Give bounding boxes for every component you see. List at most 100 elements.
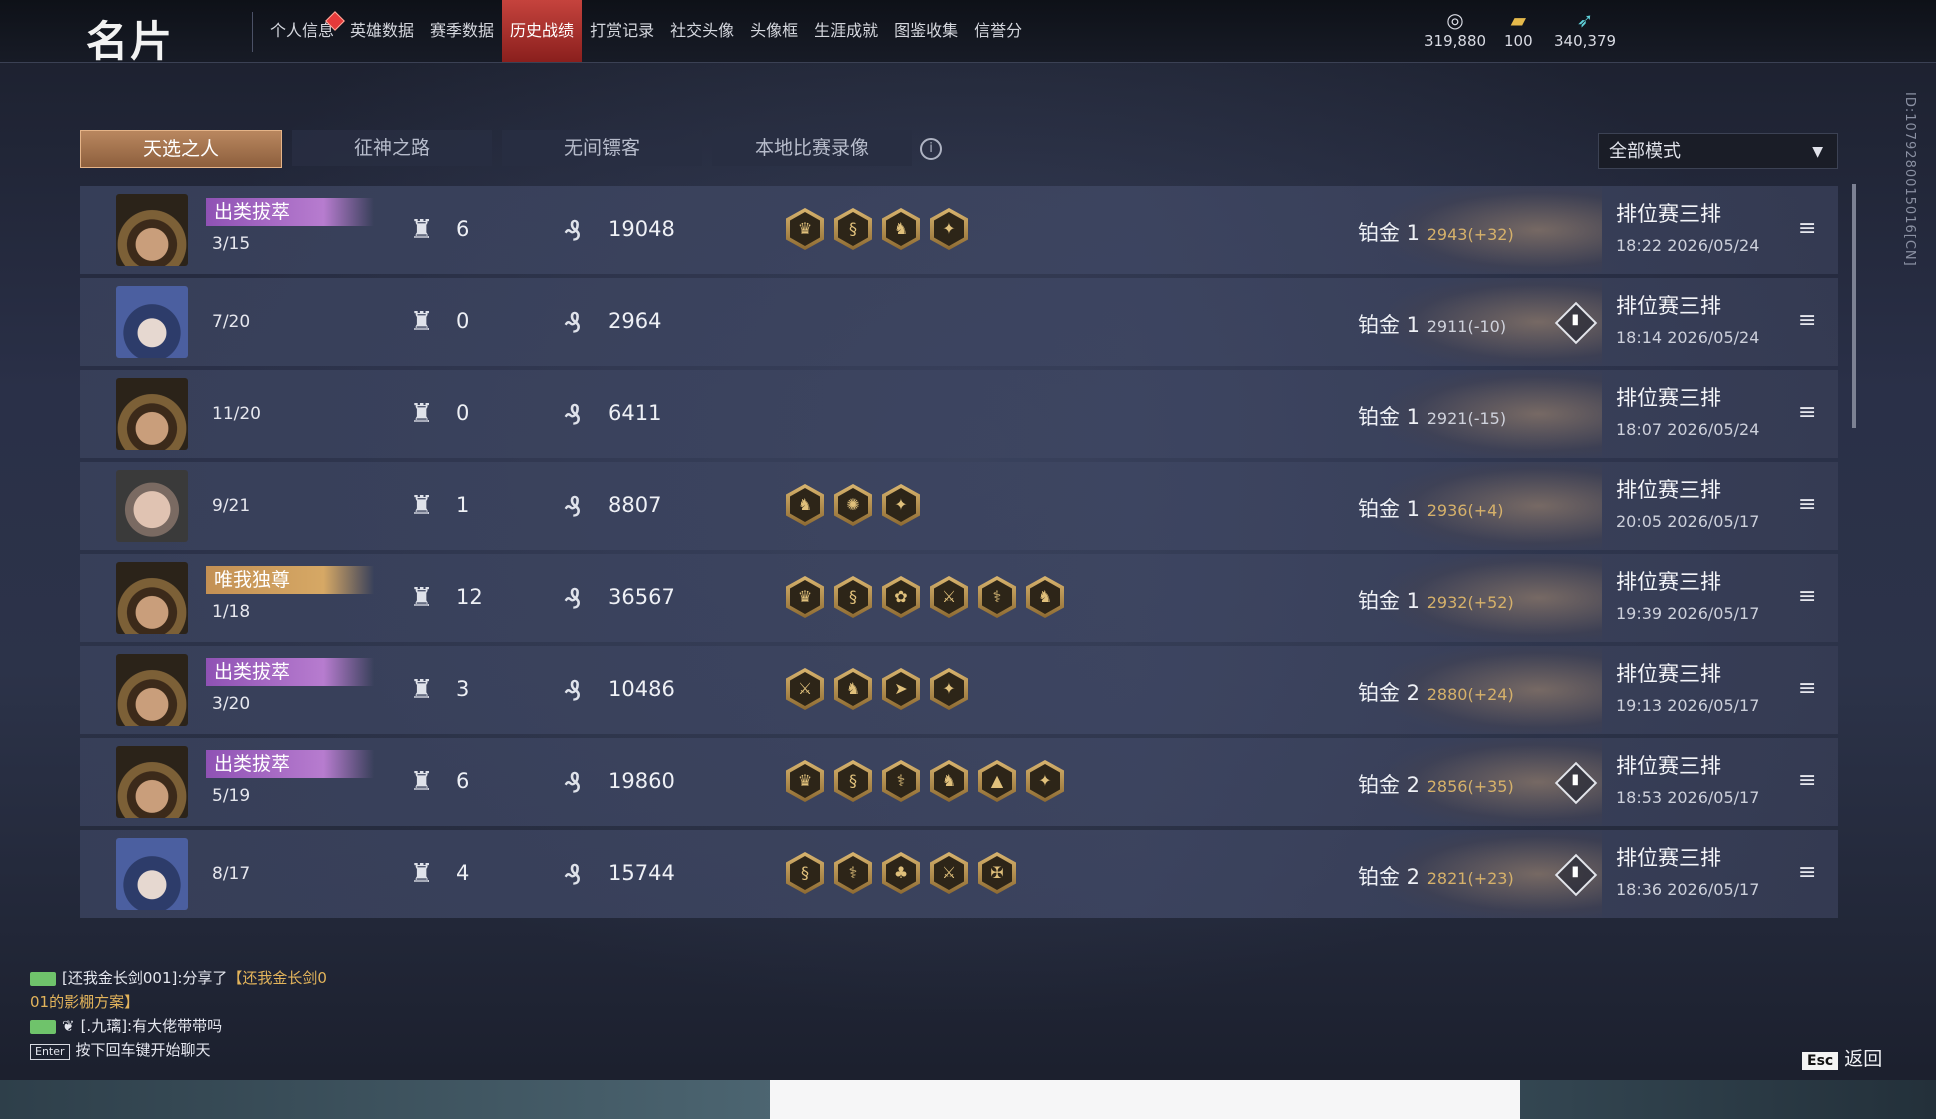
medal-icon[interactable]: ⚔ [930, 852, 968, 894]
medal-icon[interactable]: ♞ [1026, 576, 1064, 618]
kills-value: 4 [456, 861, 470, 885]
medal-glyph: ♞ [1030, 580, 1060, 614]
scrollbar[interactable] [1852, 184, 1856, 428]
match-time: 18:14 2026/05/24 [1616, 328, 1760, 347]
medal-glyph: ♣ [886, 856, 916, 890]
currency-feathers-value: 340,379 [1554, 32, 1617, 50]
medal-icon[interactable]: § [786, 852, 824, 894]
details-menu-icon[interactable]: ≡ [1798, 860, 1816, 885]
nav-tab[interactable]: 图鉴收集 [886, 0, 966, 62]
overlay-panel [770, 1080, 1520, 1119]
mode-filter-select[interactable]: 全部模式 ▼ [1598, 133, 1838, 169]
medal-glyph: ✠ [982, 856, 1012, 890]
medal-icon[interactable]: ⚔ [786, 668, 824, 710]
medal-icon[interactable]: ⚕ [978, 576, 1016, 618]
rank-tier: 铂金 2 [1358, 773, 1421, 797]
honor-badge: 出类拔萃 [206, 198, 374, 226]
details-menu-icon[interactable]: ≡ [1798, 768, 1816, 793]
medal-glyph: ⚔ [934, 856, 964, 890]
nav-tab[interactable]: 历史战绩 [502, 0, 583, 62]
medal-icon[interactable]: ✠ [978, 852, 1016, 894]
medal-icon[interactable]: ⚔ [930, 576, 968, 618]
medal-glyph: ✦ [934, 212, 964, 246]
medal-icon[interactable]: ♛ [786, 576, 824, 618]
medal-icon[interactable]: ✿ [882, 576, 920, 618]
nav-tab[interactable]: 信誉分 [966, 0, 1030, 62]
rank-info: 铂金 1 2932(+52) [1358, 585, 1514, 615]
hero-avatar [116, 562, 188, 634]
honor-badge: 唯我独尊 [206, 566, 374, 594]
match-row[interactable]: 11/20 ♜ 0 ₰ 6411 铂金 1 2921(-15) 排位赛三排 18:07 202… [80, 370, 1838, 458]
hero-avatar [116, 654, 188, 726]
medal-icon[interactable]: ✦ [930, 668, 968, 710]
rank-tier: 铂金 2 [1358, 865, 1421, 889]
details-menu-icon[interactable]: ≡ [1798, 216, 1816, 241]
medal-icon[interactable]: § [834, 208, 872, 250]
rank-score: 2921(-15) [1426, 409, 1507, 428]
rank-tier: 铂金 1 [1358, 405, 1421, 429]
rank-score: 2911(-10) [1426, 317, 1507, 336]
match-row[interactable]: 7/20 ♜ 0 ₰ 2964 铂金 1 2911(-10) ▮ 排位赛三排 18:14 202… [80, 278, 1838, 366]
medal-icon[interactable]: ♞ [882, 208, 920, 250]
medal-icon[interactable]: ✺ [834, 484, 872, 526]
details-menu-icon[interactable]: ≡ [1798, 584, 1816, 609]
medal-icon[interactable]: ♛ [786, 208, 824, 250]
gold-value: 6411 [608, 401, 662, 425]
tab-wujian[interactable]: 无间镖客 [502, 130, 702, 166]
medal-icon[interactable]: ♣ [882, 852, 920, 894]
medal-glyph: ♛ [790, 764, 820, 798]
nav-tab[interactable]: 个人信息 [262, 0, 345, 62]
rank-tier: 铂金 1 [1358, 313, 1421, 337]
info-icon[interactable]: i [920, 138, 942, 160]
kda-text: 3/20 [212, 694, 251, 714]
medal-icon[interactable]: ⚕ [834, 852, 872, 894]
mode-filter-value: 全部模式 [1609, 141, 1681, 162]
medal-icon[interactable]: ♛ [786, 760, 824, 802]
details-menu-icon[interactable]: ≡ [1798, 676, 1816, 701]
medal-icon[interactable]: ♞ [930, 760, 968, 802]
medal-icon[interactable]: ♞ [834, 668, 872, 710]
medal-list: § ⚕ ♣ ⚔ ✠ [786, 852, 1026, 894]
nav-tab[interactable]: 打赏记录 [582, 0, 662, 62]
medal-icon[interactable]: ♞ [786, 484, 824, 526]
medal-icon[interactable]: ✦ [930, 208, 968, 250]
hero-avatar [116, 286, 188, 358]
tab-zhengshen[interactable]: 征神之路 [292, 130, 492, 166]
medal-glyph: § [790, 856, 820, 890]
medal-icon[interactable]: ▲ [978, 760, 1016, 802]
match-row[interactable]: 唯我独尊 1/18 ♜ 12 ₰ 36567 ♛ § ✿ ⚔ ⚕ ♞ 铂金 1 2932(+52) 排位赛… [80, 554, 1838, 642]
gold-value: 19048 [608, 217, 675, 241]
nav-tab[interactable]: 生涯成就 [806, 0, 886, 62]
chat-hint: Enter 按下回车键开始聊天 [30, 1038, 327, 1062]
chat-share-link[interactable]: 【还我金长剑0 [227, 969, 327, 987]
match-row[interactable]: 出类拔萃 3/20 ♜ 3 ₰ 10486 ⚔ ♞ ➤ ✦ 铂金 2 2880(+24) 排位赛三排 1… [80, 646, 1838, 734]
back-button[interactable]: Esc 返回 [1802, 1044, 1882, 1071]
chat-share-link-cont[interactable]: 01的影棚方案】 [30, 990, 327, 1014]
nav-tab[interactable]: 英雄数据 [342, 0, 422, 62]
match-row[interactable]: 出类拔萃 5/19 ♜ 6 ₰ 19860 ♛ § ⚕ ♞ ▲ ✦ 铂金 2 2856(+35) ▮ 排位赛… [80, 738, 1838, 826]
medal-icon[interactable]: § [834, 760, 872, 802]
rank-info: 铂金 1 2943(+32) [1358, 217, 1514, 247]
tab-local-replay[interactable]: 本地比赛录像 [712, 130, 912, 166]
medal-icon[interactable]: ➤ [882, 668, 920, 710]
medal-icon[interactable]: ✦ [882, 484, 920, 526]
nav-tab[interactable]: 社交头像 [662, 0, 742, 62]
match-row[interactable]: 9/21 ♜ 1 ₰ 8807 ♞ ✺ ✦ 铂金 1 2936(+4) 排位赛三排 20:05 20… [80, 462, 1838, 550]
match-mode: 排位赛三排 [1616, 662, 1721, 686]
match-row[interactable]: 8/17 ♜ 4 ₰ 15744 § ⚕ ♣ ⚔ ✠ 铂金 2 2821(+23) ▮ 排位赛三排 18:… [80, 830, 1838, 918]
nav-tab[interactable]: 赛季数据 [422, 0, 502, 62]
medal-icon[interactable]: § [834, 576, 872, 618]
nav-tab[interactable]: 头像框 [742, 0, 806, 62]
tab-tianxuan[interactable]: 天选之人 [80, 130, 282, 168]
medal-glyph: ♞ [838, 672, 868, 706]
details-menu-icon[interactable]: ≡ [1798, 308, 1816, 333]
chevron-down-icon: ▼ [1812, 144, 1823, 160]
match-row[interactable]: 出类拔萃 3/15 ♜ 6 ₰ 19048 ♛ § ♞ ✦ 铂金 1 2943(+32) 排位赛三排 1… [80, 186, 1838, 274]
details-menu-icon[interactable]: ≡ [1798, 400, 1816, 425]
medal-list: ♞ ✺ ✦ [786, 484, 930, 526]
medal-icon[interactable]: ⚕ [882, 760, 920, 802]
kda-text: 1/18 [212, 602, 251, 622]
medal-icon[interactable]: ✦ [1026, 760, 1064, 802]
details-menu-icon[interactable]: ≡ [1798, 492, 1816, 517]
chat-line: ❦ [.九璃]:有大佬带带吗 [30, 1014, 327, 1038]
